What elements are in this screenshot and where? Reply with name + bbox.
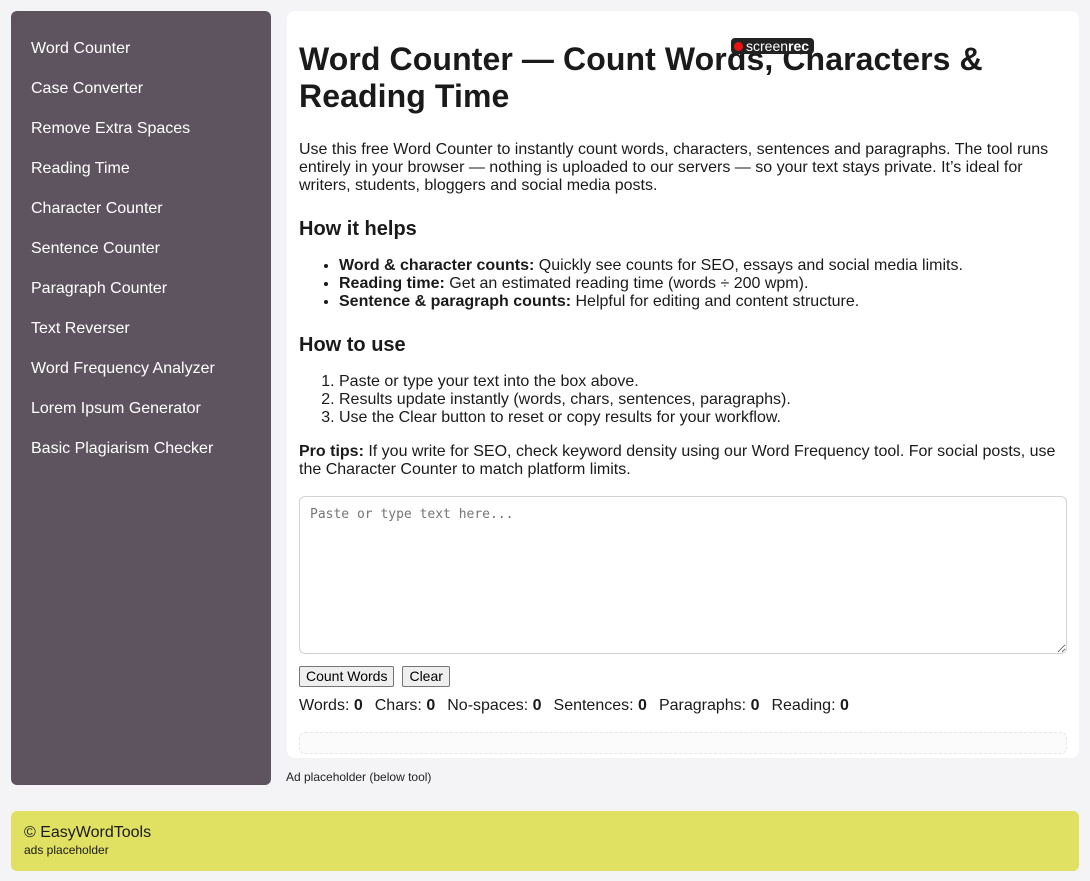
sidebar-item-word-counter[interactable]: Word Counter [11,29,271,69]
recorder-label-light: screen [746,38,789,54]
sidebar-item-paragraph-counter[interactable]: Paragraph Counter [11,269,271,309]
stat-value: 0 [532,697,542,714]
sidebar-item-basic-plagiarism-checker[interactable]: Basic Plagiarism Checker [11,429,271,469]
stat-value: 0 [750,697,760,714]
stat-value: 0 [638,697,647,714]
recorder-label-bold: rec [788,38,810,54]
pro-tips: Pro tips: If you write for SEO, check ke… [299,443,1067,479]
footer-ads-placeholder: ads placeholder [24,843,109,857]
text-input[interactable] [299,496,1067,654]
sidebar-item-reading-time[interactable]: Reading Time [11,149,271,189]
screen-recorder-badge[interactable]: screen rec [731,38,815,54]
list-item-desc: Get an estimated reading time (words ÷ 2… [444,275,809,292]
footer: © EasyWordTools ads placeholder [11,811,1079,871]
count-words-button[interactable]: Count Words [299,666,395,687]
list-item: Word & character counts: Quickly see cou… [339,257,1067,275]
how-it-helps-heading: How it helps [299,218,417,240]
sidebar-item-sentence-counter[interactable]: Sentence Counter [11,229,271,269]
pro-tips-text: If you write for SEO, check keyword dens… [299,443,1056,478]
sidebar-item-remove-extra-spaces[interactable]: Remove Extra Spaces [11,109,271,149]
stat-paragraphs: Paragraphs: 0 [659,696,760,716]
pro-tips-label: Pro tips: [299,443,364,460]
stat-value: 0 [426,697,436,714]
stat-label: Reading: [771,697,836,714]
sidebar-item-character-counter[interactable]: Character Counter [11,189,271,229]
stat-label: Words: [299,697,350,714]
list-item: Results update instantly (words, chars, … [339,391,1067,409]
stat-label: Paragraphs: [658,697,747,714]
helps-list: Word & character counts: Quickly see cou… [299,257,1067,311]
stat-reading: Reading: 0 [771,696,848,716]
how-to-use-heading: How to use [299,334,406,356]
stat-label: Sentences: [553,697,634,714]
stat-no-spaces: No-spaces: 0 [447,696,541,716]
list-item-term: Sentence & paragraph counts: [339,293,572,310]
list-item: Reading time: Get an estimated reading t… [339,275,1067,293]
stat-label: No-spaces: [447,697,529,714]
list-item-term: Word & character counts: [339,257,535,274]
ad-placeholder-below-tool: Ad placeholder (below tool) [286,770,432,784]
stat-label: Chars: [374,697,422,714]
list-item-desc: Quickly see counts for SEO, essays and s… [534,257,963,274]
sidebar-item-lorem-ipsum-generator[interactable]: Lorem Ipsum Generator [11,389,271,429]
stat-words: Words: 0 [299,696,363,716]
stat-sentences: Sentences: 0 [554,696,647,716]
stat-value: 0 [839,697,849,714]
sidebar-item-case-converter[interactable]: Case Converter [11,69,271,109]
steps-list: Paste or type your text into the box abo… [299,373,1067,427]
sidebar-item-text-reverser[interactable]: Text Reverser [11,309,271,349]
stat-value: 0 [353,697,363,714]
list-item: Use the Clear button to reset or copy re… [339,409,1067,427]
page-title: Word Counter — Count Words, Characters &… [299,41,983,114]
stats-bar: Words: 0 Chars: 0 No-spaces: 0 Sentences… [299,696,1067,716]
sidebar: Word Counter Case Converter Remove Extra… [11,11,271,785]
clear-button[interactable]: Clear [402,666,450,687]
intro-paragraph: Use this free Word Counter to instantly … [299,141,1049,194]
list-item: Sentence & paragraph counts: Helpful for… [339,293,1067,311]
list-item-desc: Helpful for editing and content structur… [571,293,860,310]
list-item: Paste or type your text into the box abo… [339,373,1067,391]
list-item-term: Reading time: [339,275,445,292]
button-row: Count Words Clear [299,666,1067,687]
results-output-box [299,732,1067,754]
record-dot-icon [734,41,743,51]
main-content: Word Counter — Count Words, Characters &… [287,11,1079,758]
sidebar-item-word-frequency-analyzer[interactable]: Word Frequency Analyzer [11,349,271,389]
stat-chars: Chars: 0 [375,696,435,716]
footer-copyright: © EasyWordTools [24,824,152,841]
